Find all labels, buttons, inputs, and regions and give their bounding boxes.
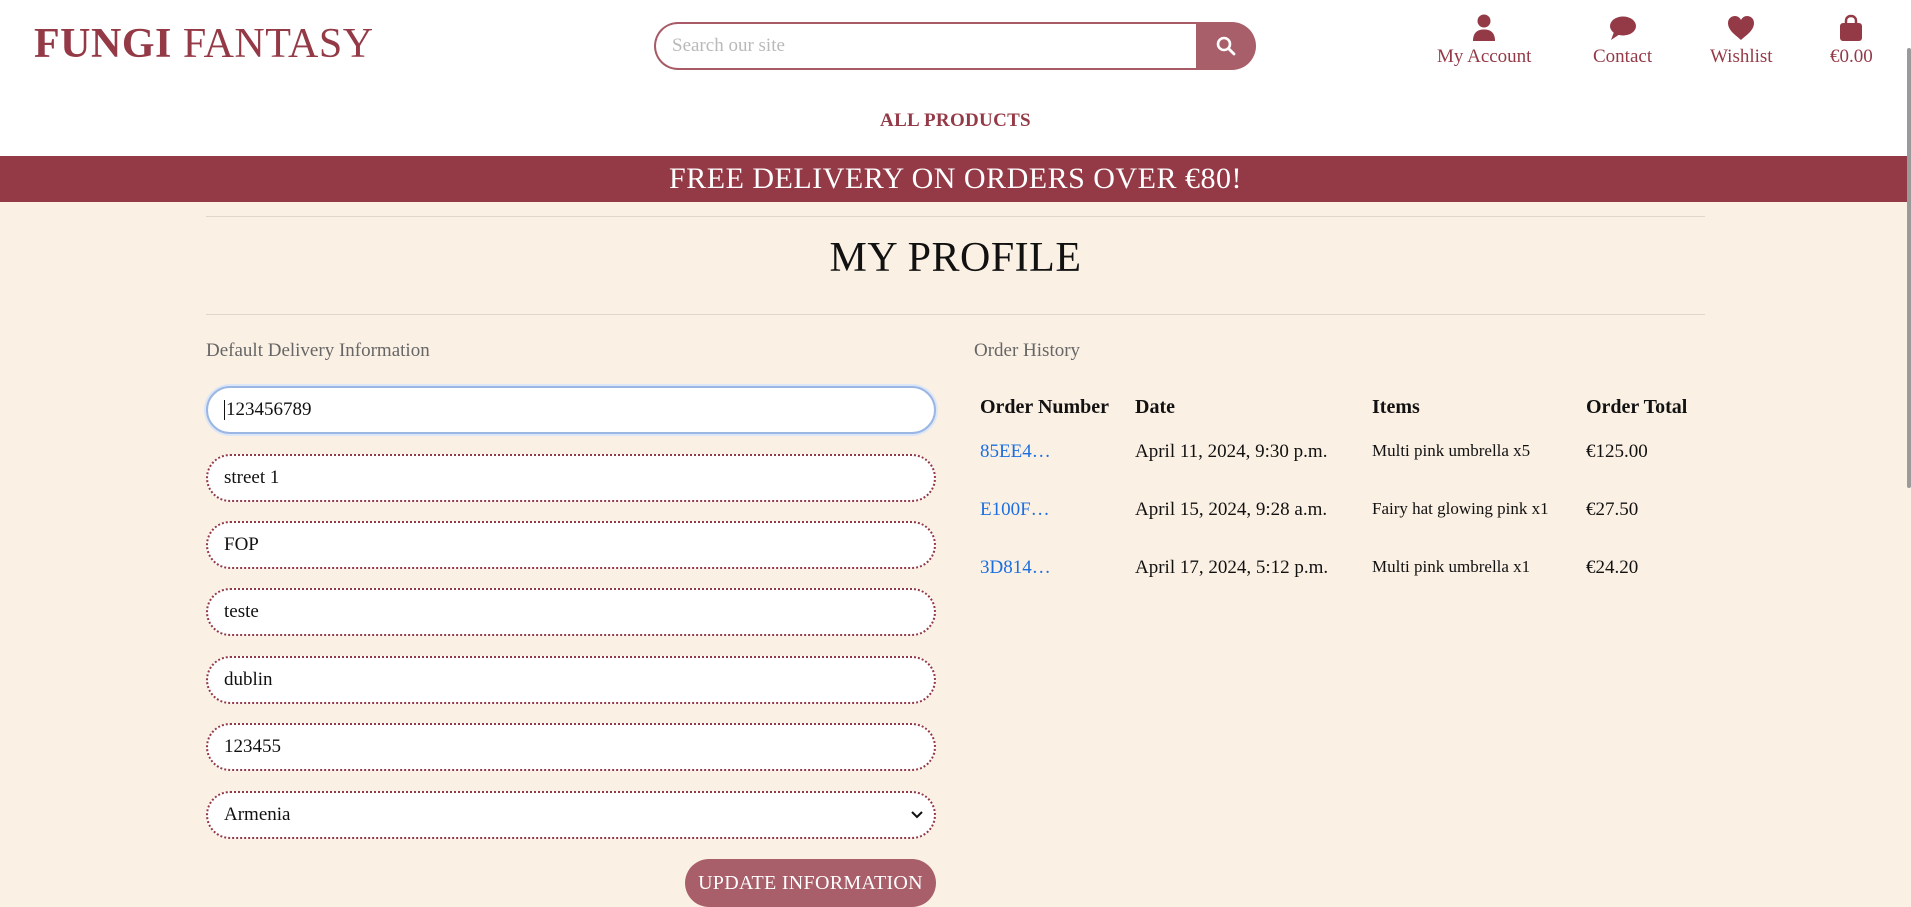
shopping-bag-link[interactable]: €0.00: [1830, 14, 1873, 68]
street-address-2-value: FOP: [224, 534, 259, 555]
chat-bubble-icon: [1609, 16, 1636, 40]
wishlist-link[interactable]: Wishlist: [1710, 14, 1773, 68]
contact-label: Contact: [1593, 46, 1653, 67]
town-city-value: teste: [224, 601, 259, 622]
phone-number-field[interactable]: 123456789: [206, 386, 936, 434]
order-items: Fairy hat glowing pink x1: [1372, 499, 1549, 518]
order-number-link[interactable]: 3D814…: [980, 557, 1051, 578]
town-city-field[interactable]: teste: [206, 588, 936, 636]
postcode-value: 123455: [224, 736, 281, 757]
update-information-button[interactable]: UPDATE INFORMATION: [685, 859, 936, 907]
text-cursor: [224, 400, 225, 420]
order-total: €27.50: [1586, 499, 1639, 520]
street-address-1-field[interactable]: street 1: [206, 454, 936, 502]
wishlist-label: Wishlist: [1710, 46, 1773, 67]
header-nav: My Account Contact Wishlist €0.00: [0, 14, 1911, 74]
chevron-down-icon: [911, 811, 923, 819]
phone-number-value: 123456789: [226, 399, 312, 420]
column-header-order-number: Order Number: [980, 396, 1110, 418]
table-row: 85EE4… April 11, 2024, 9:30 p.m. Multi p…: [974, 435, 1700, 493]
my-account-link[interactable]: My Account: [1437, 14, 1531, 68]
table-header-row: Order Number Date Items Order Total: [974, 390, 1700, 435]
shopping-bag-icon: [1840, 14, 1863, 41]
page-scrollbar[interactable]: [1907, 48, 1911, 488]
order-items: Multi pink umbrella x5: [1372, 441, 1531, 460]
page-title: MY PROFILE: [829, 235, 1082, 281]
my-account-label: My Account: [1437, 46, 1532, 67]
column-header-items: Items: [1372, 396, 1420, 418]
order-history-table: Order Number Date Items Order Total 85EE…: [974, 390, 1700, 609]
delivery-heading: Default Delivery Information: [206, 340, 430, 361]
promo-banner: FREE DELIVERY ON ORDERS OVER €80!: [0, 156, 1911, 202]
order-date: April 17, 2024, 5:12 p.m.: [1135, 557, 1329, 578]
all-products-link[interactable]: ALL PRODUCTS: [880, 110, 1031, 131]
county-field[interactable]: dublin: [206, 656, 936, 704]
country-value: Armenia: [224, 804, 291, 825]
user-icon: [1473, 14, 1496, 41]
county-value: dublin: [224, 669, 273, 690]
order-number-link[interactable]: 85EE4…: [980, 441, 1051, 462]
order-items: Multi pink umbrella x1: [1372, 557, 1531, 576]
heart-icon: [1728, 16, 1755, 40]
table-row: 3D814… April 17, 2024, 5:12 p.m. Multi p…: [974, 551, 1700, 609]
street-address-1-value: street 1: [224, 467, 280, 488]
column-header-date: Date: [1135, 396, 1175, 418]
column-header-order-total: Order Total: [1586, 396, 1688, 418]
bag-total-label: €0.00: [1830, 46, 1873, 67]
main-menu: ALL PRODUCTS: [0, 110, 1911, 132]
country-select[interactable]: Armenia: [206, 791, 936, 839]
site-header: FUNGI FANTASY My Account Contact: [0, 0, 1911, 156]
order-history-heading: Order History: [974, 340, 1081, 361]
postcode-field[interactable]: 123455: [206, 723, 936, 771]
divider-bottom: [206, 314, 1705, 315]
order-date: April 15, 2024, 9:28 a.m.: [1135, 499, 1328, 520]
order-total: €125.00: [1586, 441, 1648, 462]
street-address-2-field[interactable]: FOP: [206, 521, 936, 569]
order-total: €24.20: [1586, 557, 1639, 578]
divider-top: [206, 216, 1705, 217]
order-date: April 11, 2024, 9:30 p.m.: [1135, 441, 1328, 462]
contact-link[interactable]: Contact: [1593, 14, 1652, 68]
table-row: E100F… April 15, 2024, 9:28 a.m. Fairy h…: [974, 493, 1700, 551]
order-number-link[interactable]: E100F…: [980, 499, 1050, 520]
